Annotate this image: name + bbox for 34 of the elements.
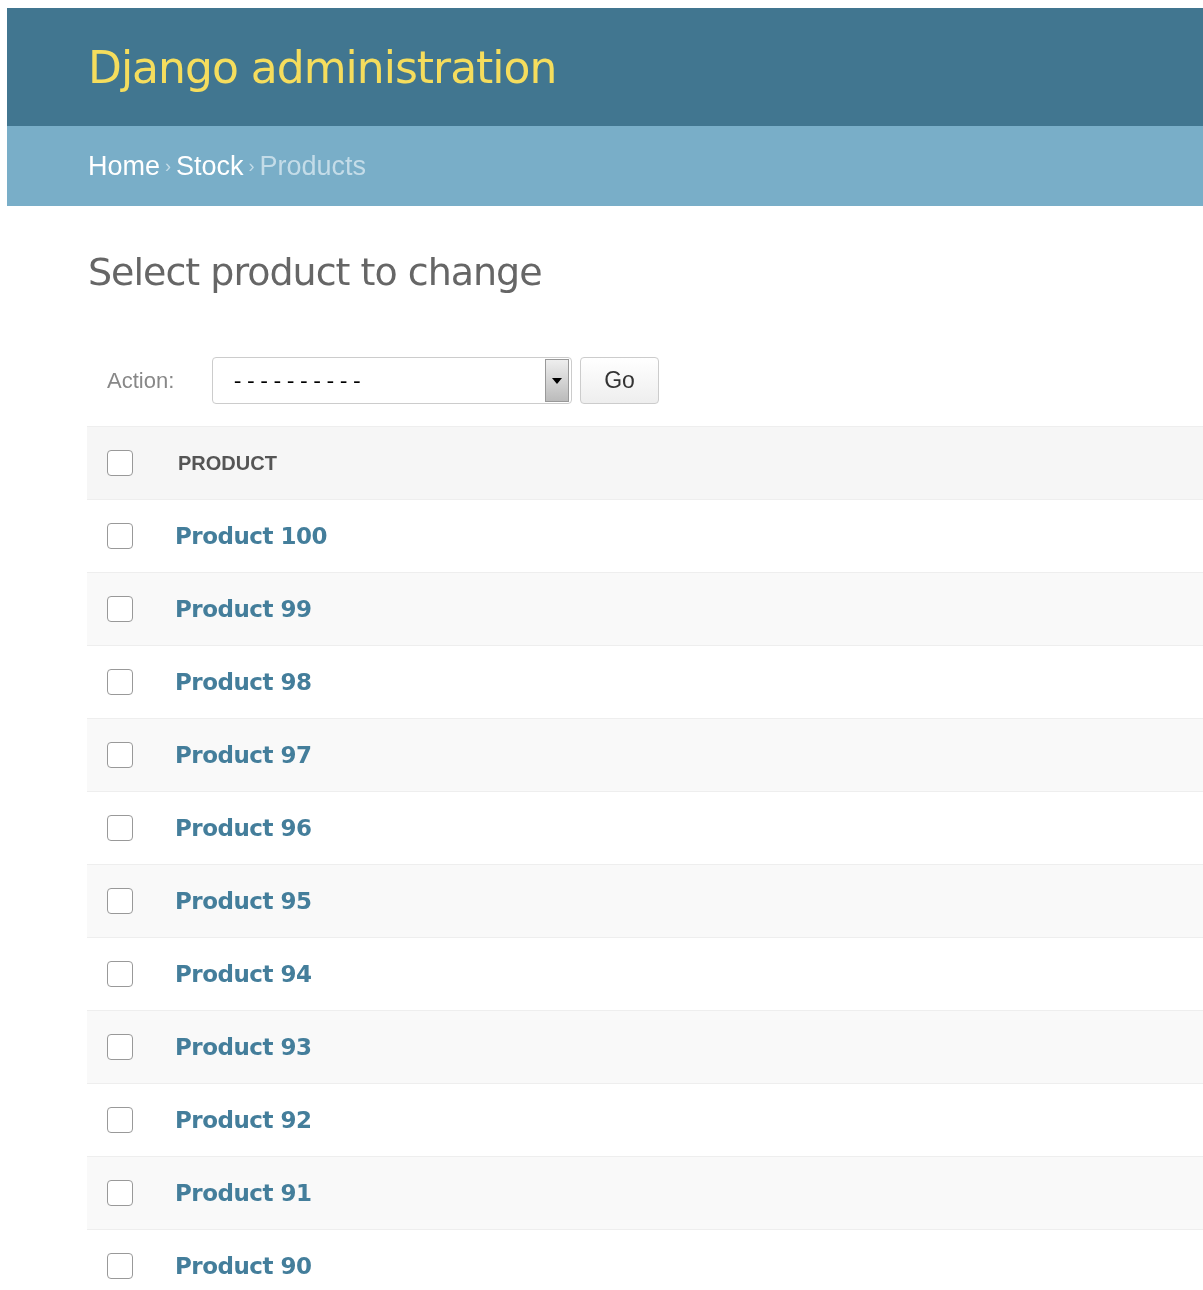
product-link[interactable]: Product 95 <box>175 888 312 914</box>
site-title[interactable]: Django administration <box>88 41 557 93</box>
checkbox[interactable] <box>107 815 133 841</box>
product-link[interactable]: Product 92 <box>175 1107 312 1133</box>
column-header[interactable]: PRODUCT <box>178 451 277 475</box>
action-label: Action: <box>107 367 176 394</box>
checkbox[interactable] <box>107 523 133 549</box>
checkbox[interactable] <box>107 669 133 695</box>
product-link[interactable]: Product 100 <box>175 523 327 549</box>
action-select[interactable]: ---------- <box>212 357 572 404</box>
checkbox[interactable] <box>107 450 133 476</box>
breadcrumb-separator: › <box>248 155 255 177</box>
breadcrumb-link[interactable]: Home <box>88 150 161 182</box>
checkbox[interactable] <box>107 1253 133 1279</box>
product-link[interactable]: Product 94 <box>175 961 312 987</box>
product-link[interactable]: Product 91 <box>175 1180 312 1206</box>
product-link[interactable]: Product 99 <box>175 596 312 622</box>
product-link[interactable]: Product 96 <box>175 815 312 841</box>
product-link[interactable]: Product 93 <box>175 1034 312 1060</box>
checkbox[interactable] <box>107 888 133 914</box>
checkbox[interactable] <box>107 596 133 622</box>
go-button[interactable]: Go <box>580 357 659 404</box>
product-link[interactable]: Product 98 <box>175 669 312 695</box>
product-link[interactable]: Product 97 <box>175 742 312 768</box>
checkbox[interactable] <box>107 961 133 987</box>
dropdown-arrow-icon <box>552 377 562 384</box>
checkbox[interactable] <box>107 742 133 768</box>
breadcrumb-separator: › <box>165 155 172 177</box>
checkbox[interactable] <box>107 1180 133 1206</box>
checkbox[interactable] <box>107 1107 133 1133</box>
breadcrumb-link[interactable]: Stock <box>176 150 244 182</box>
product-link[interactable]: Product 90 <box>175 1253 312 1279</box>
page-heading: Select product to change <box>88 250 543 294</box>
checkbox[interactable] <box>107 1034 133 1060</box>
